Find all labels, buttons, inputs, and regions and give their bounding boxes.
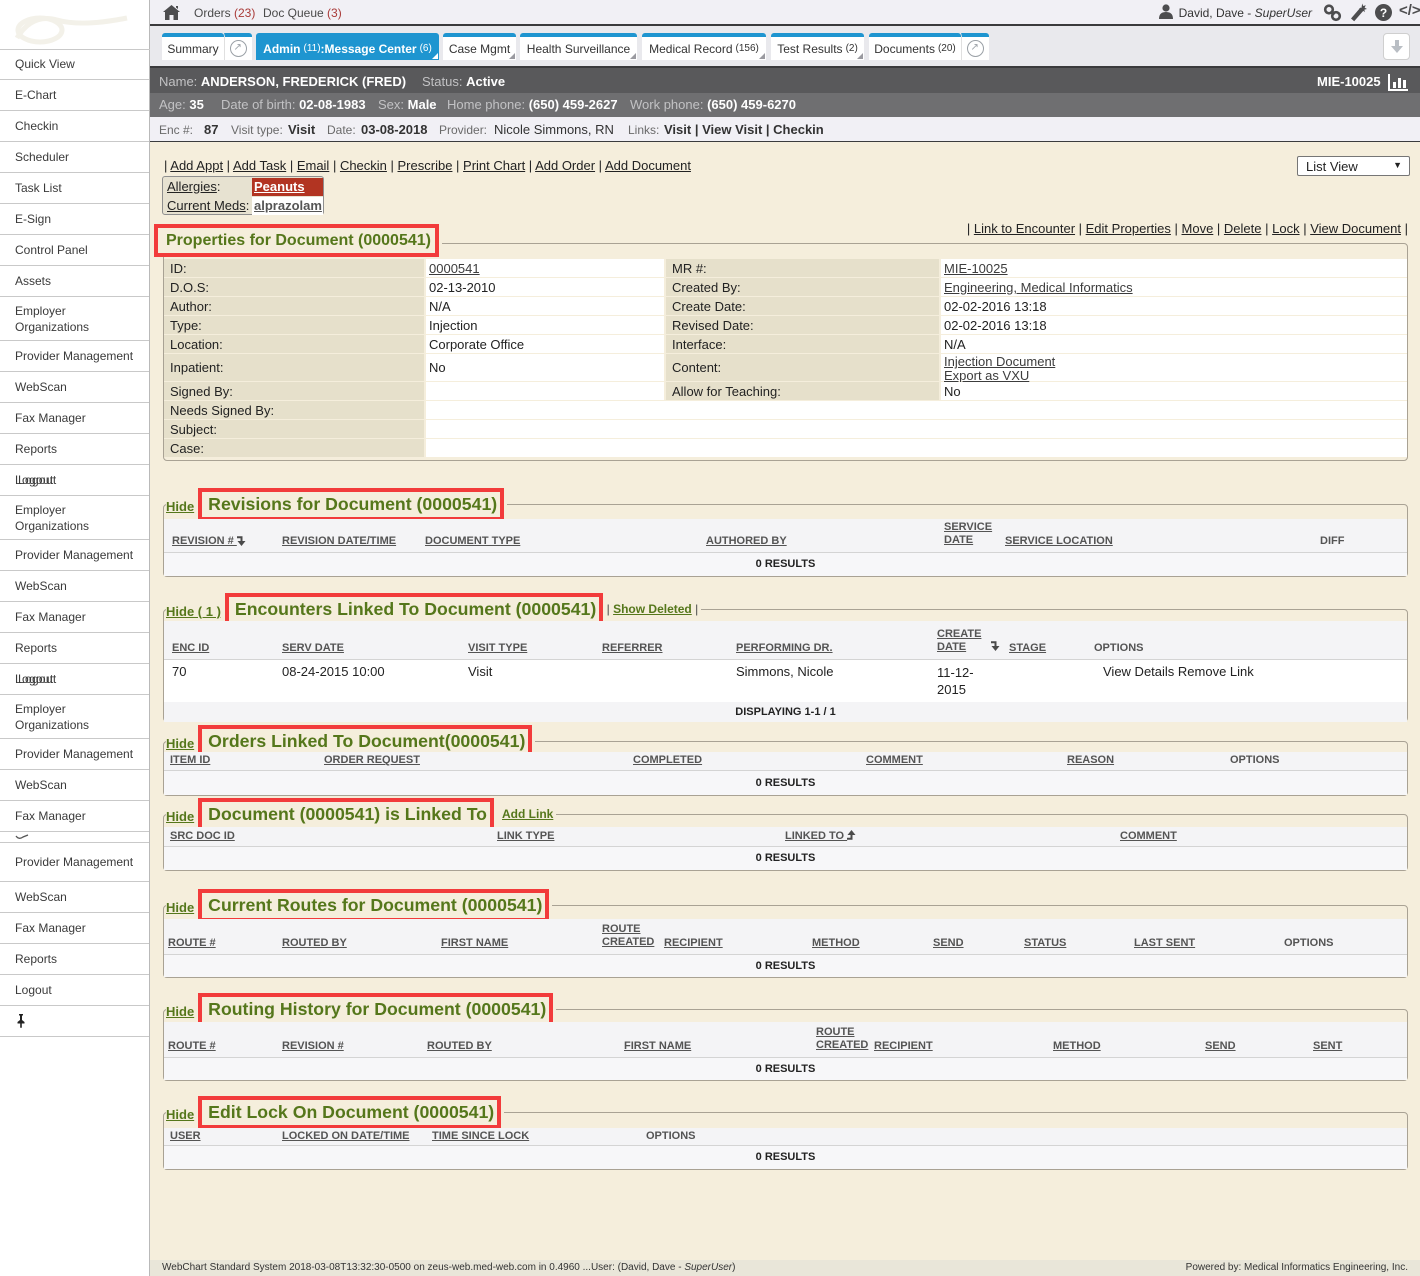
svg-text:?: ? [1380,6,1387,20]
